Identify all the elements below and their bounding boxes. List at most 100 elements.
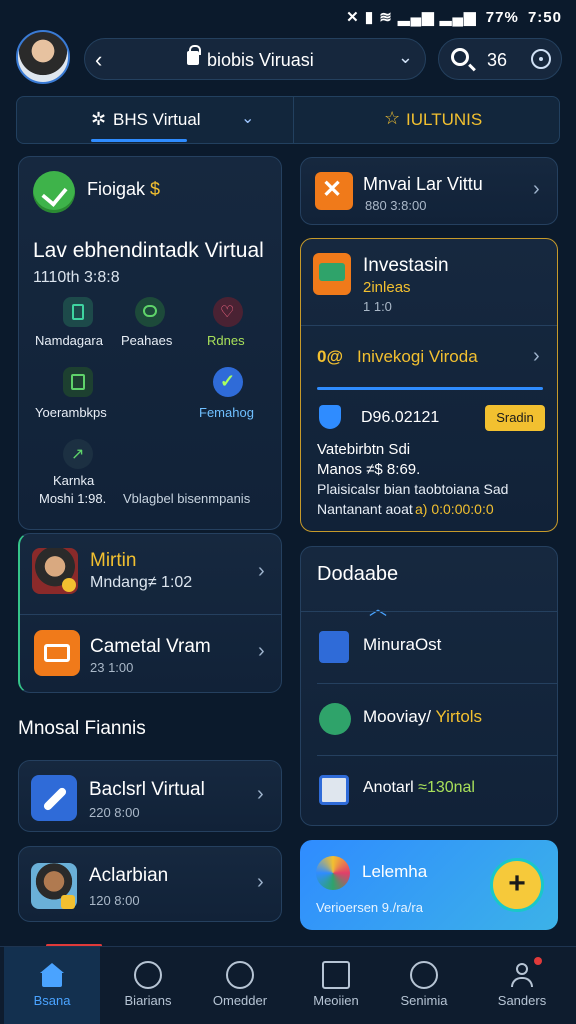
gauge-icon <box>134 961 162 989</box>
nav-label: Sanders <box>497 993 547 1008</box>
list-item[interactable]: Cametal Vram 23 1:00 › <box>20 614 282 692</box>
grid-label-rdnes: Rdnes <box>207 333 245 348</box>
tools-icon: ✕ <box>315 172 353 210</box>
gear-icon: ✲ <box>91 109 107 129</box>
compass-icon <box>226 961 254 989</box>
people-card: Mirtin Mndang≠ 1:02 › Cametal Vram 23 1:… <box>18 533 282 693</box>
doc-icon[interactable] <box>63 297 93 327</box>
address-bar[interactable]: ‹ biobis Viruasi ⌄ <box>84 38 426 80</box>
right-card-virtual[interactable]: ✕ Mnvai Lar Vittu 880 3:8:00 › <box>300 157 558 225</box>
list-item-title: Baclsrl Virtual <box>89 779 205 800</box>
investment-desc3: Plaisicalsr bian taobtoiana Sad <box>317 481 509 497</box>
tab-bhs-virtual[interactable]: ✲ BHS Virtual ⌄ <box>17 97 293 143</box>
right-card-sub: 880 3:8:00 <box>365 198 427 213</box>
list-item-title: Mirtin <box>90 550 137 571</box>
status-badge[interactable]: Sradin <box>485 405 545 431</box>
investment-card[interactable]: Investasin 2inleas 1 1:0 0@ Inivekogi Vi… <box>300 238 558 532</box>
chevron-right-icon: › <box>258 560 265 582</box>
star-icon: ☆ <box>384 108 401 128</box>
nav-meoiien[interactable]: Meoiien <box>288 947 384 1024</box>
main-card-subheading: 1110th 3:8:8 <box>33 269 120 286</box>
list-item-title: Aclarbian <box>89 865 169 886</box>
main-card-title: Fioigak $ <box>87 179 160 200</box>
nav-biarians[interactable]: Biarians <box>100 947 196 1024</box>
list-item-label-a: Anotarl <box>363 779 414 796</box>
promo-title: Lelemha <box>362 862 428 881</box>
main-card-footer-left: Moshi 1:98. <box>39 491 107 506</box>
battery-level: 77% <box>485 9 519 26</box>
chevron-right-icon: › <box>533 178 540 200</box>
shield-icon <box>319 405 341 429</box>
user-icon <box>508 957 542 989</box>
divider <box>317 755 557 756</box>
list-item[interactable]: Baclsrl Virtual 220 8:00 › <box>18 760 282 832</box>
list-item[interactable]: Anotarl ≈130nal <box>301 757 557 825</box>
nav-omedder[interactable]: Omedder <box>192 947 288 1024</box>
document-icon <box>319 631 349 663</box>
list-item[interactable]: Aclarbian 120 8:00 › <box>18 846 282 922</box>
target-icon[interactable] <box>531 49 551 69</box>
right-card-title: Mnvai Lar Vittu <box>363 174 483 194</box>
heart-icon[interactable]: ♡ <box>213 297 243 327</box>
link-prefix: 0@ <box>317 347 344 366</box>
check-icon <box>33 171 75 213</box>
investment-desc1: Vatebirbtn Sdi <box>317 441 411 458</box>
shop-icon <box>34 630 80 676</box>
chart-icon[interactable]: ↗ <box>63 439 93 469</box>
investment-desc4b: a) 0:0:00:0:0 <box>415 501 494 517</box>
spreadsheet-icon <box>319 775 349 805</box>
profile-avatar[interactable] <box>16 30 70 84</box>
list-item[interactable]: MinuraOst <box>301 613 557 683</box>
chat-icon[interactable] <box>135 297 165 327</box>
nav-senimia[interactable]: Senimia <box>376 947 472 1024</box>
check-circle-icon[interactable]: ✓ <box>213 367 243 397</box>
main-card-footer-right: Vblagbel bisenmpanis <box>123 491 251 506</box>
section-title: Mnosal Fiannis <box>18 718 146 739</box>
investment-title: Investasin <box>363 255 449 276</box>
badge-icon <box>61 895 75 909</box>
chevron-right-icon: › <box>258 640 265 662</box>
investment-desc4a: Nantanant aoat <box>317 501 413 517</box>
tab-iultunis[interactable]: ☆ IULTUNIS <box>293 97 559 143</box>
search-pill[interactable]: 36 <box>438 38 562 80</box>
chevron-right-icon: › <box>257 871 264 893</box>
calendar-icon[interactable] <box>63 367 93 397</box>
search-icon[interactable] <box>451 48 469 66</box>
chevron-right-icon: › <box>257 783 264 805</box>
status-icons-text: ✕ ▮ ≋ ▂▄▆ ▂▄▆ <box>346 9 477 26</box>
nav-label: Bsana <box>33 993 71 1008</box>
investment-line1: 2inleas <box>363 279 411 296</box>
list-item-title: Cametal Vram <box>90 636 211 657</box>
nav-label: Biarians <box>124 993 172 1008</box>
nav-home[interactable]: Bsana <box>4 947 100 1024</box>
tab-label: IULTUNIS <box>406 110 483 129</box>
list-item-label-b: Yirtols <box>435 707 483 726</box>
investment-line2: 1 1:0 <box>363 299 392 314</box>
pen-icon <box>31 775 77 821</box>
clock-time: 7:50 <box>527 9 562 26</box>
back-arrow-icon[interactable]: ‹ <box>95 47 102 73</box>
promo-sub: Verioersen 9./ra/ra <box>316 900 423 915</box>
search-count: 36 <box>487 50 508 70</box>
list-item[interactable]: Mooviay/ Yirtols <box>301 685 557 755</box>
grid-label-yoerambkps: Yoerambkps <box>35 405 107 420</box>
divider <box>317 683 557 684</box>
chevron-down-icon: ⌄ <box>241 110 255 127</box>
add-button[interactable]: + <box>490 858 544 912</box>
chevron-right-icon[interactable]: › <box>533 345 540 368</box>
chevron-down-icon[interactable]: ⌄ <box>398 47 413 68</box>
investment-link[interactable]: Inivekogi Viroda <box>357 347 478 367</box>
progress-line <box>317 387 543 390</box>
nav-sanders[interactable]: Sanders <box>474 947 570 1024</box>
list-item-sub: 220 8:00 <box>89 805 140 820</box>
status-icons: ✕ ▮ ≋ ▂▄▆ ▂▄▆ 77% 7:50 <box>342 8 562 26</box>
list-item-sub: 120 8:00 <box>89 893 140 908</box>
main-card-title-suffix: $ <box>150 179 161 199</box>
main-card[interactable]: Fioigak $ Lav ebhendintadk Virtual 1110t… <box>18 156 282 530</box>
main-card-heading: Lav ebhendintadk Virtual <box>33 239 264 262</box>
bottom-nav: Bsana Biarians Omedder Meoiien Senimia S… <box>0 946 576 1024</box>
list-item[interactable]: Mirtin Mndang≠ 1:02 › <box>20 534 282 614</box>
address-title: biobis Viruasi <box>207 50 314 70</box>
list-item-label-a: Mooviay/ <box>363 707 432 726</box>
badge-icon <box>62 578 76 592</box>
